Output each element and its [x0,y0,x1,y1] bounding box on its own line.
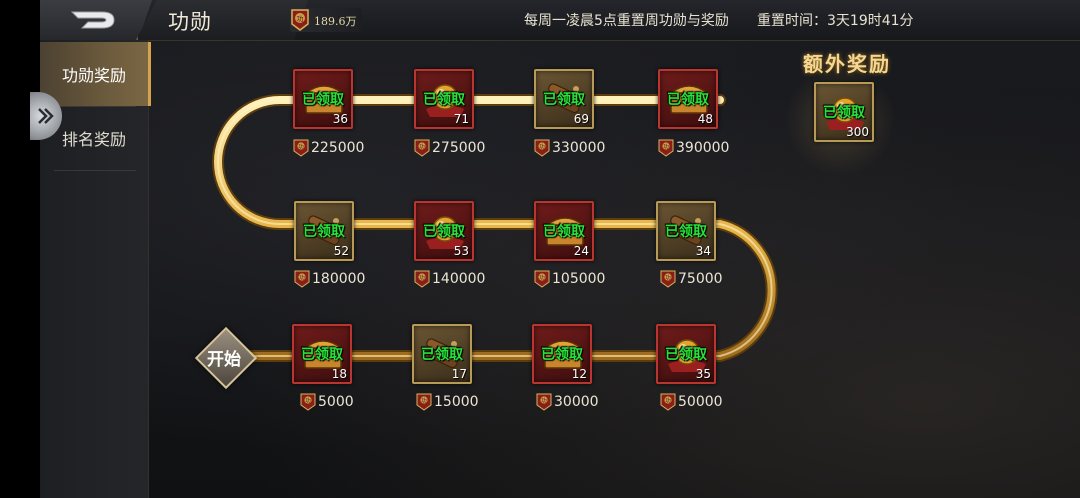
claimed-status: 已领取 [303,224,345,240]
merit-threshold-value: 180000 [312,271,366,287]
reward-card[interactable]: 已领取 34 [656,201,716,261]
merit-badge-icon: 功 [536,393,552,411]
claimed-status: 已领取 [543,224,585,240]
merit-threshold-value: 5000 [318,394,354,410]
svg-text:功: 功 [299,273,305,281]
merit-badge-icon: 功 [294,270,310,288]
merit-threshold-value: 30000 [554,394,599,410]
claimed-status: 已领取 [423,92,465,108]
item-count: 53 [453,244,469,258]
merit-badge-icon: 功 [414,139,430,157]
merit-threshold-value: 75000 [678,271,723,287]
reward-card[interactable]: 已领取 36 [293,69,353,129]
item-count: 71 [453,112,469,126]
item-count: 34 [695,244,711,258]
item-count: 52 [333,244,349,258]
reward-card[interactable]: 已领取 17 [412,324,472,384]
svg-text:功: 功 [665,396,671,404]
svg-text:功: 功 [539,273,545,281]
reward-card[interactable]: 已领取 18 [292,324,352,384]
item-count: 48 [697,112,713,126]
svg-text:功: 功 [665,273,671,281]
claimed-status: 已领取 [543,92,585,108]
svg-text:功: 功 [305,396,311,404]
claimed-status: 已领取 [665,347,707,363]
reward-card[interactable]: 已领取 12 [532,324,592,384]
item-count: 24 [573,244,589,258]
claimed-status: 已领取 [423,224,465,240]
reward-card[interactable]: 已领取 71 [414,69,474,129]
reward-card[interactable]: 已领取 48 [658,69,718,129]
item-count: 35 [695,367,711,381]
claimed-status: 已领取 [421,347,463,363]
merit-threshold-value: 275000 [432,140,486,156]
merit-badge-icon: 功 [660,393,676,411]
merit-badge-icon: 功 [416,393,432,411]
reward-card[interactable]: 已领取 24 [534,201,594,261]
claimed-status: 已领取 [665,224,707,240]
item-count: 36 [332,112,348,126]
svg-text:功: 功 [419,142,425,150]
svg-text:功: 功 [541,396,547,404]
merit-badge-icon: 功 [414,270,430,288]
merit-threshold-value: 50000 [678,394,723,410]
claimed-status: 已领取 [541,347,583,363]
merit-threshold-value: 225000 [311,140,365,156]
merit-badge-icon: 功 [660,270,676,288]
item-count: 69 [573,112,589,126]
svg-text:功: 功 [663,142,669,150]
item-count: 300 [846,125,869,139]
reward-card[interactable]: 已领取 69 [534,69,594,129]
reward-card[interactable]: 已领取 35 [656,324,716,384]
merit-threshold-value: 105000 [552,271,606,287]
svg-text:功: 功 [539,142,545,150]
merit-threshold-value: 140000 [432,271,486,287]
reward-card[interactable]: 已领取 53 [414,201,474,261]
claimed-status: 已领取 [301,347,343,363]
merit-badge-icon: 功 [534,139,550,157]
claimed-status: 已领取 [667,92,709,108]
extra-reward-title: 额外奖励 [803,52,891,76]
merit-badge-icon: 功 [658,139,674,157]
merit-threshold-value: 15000 [434,394,479,410]
claimed-status: 已领取 [823,105,865,121]
claimed-status: 已领取 [302,92,344,108]
start-node: 开始 [194,326,258,390]
extra-reward-card[interactable]: 已领取 300 [814,82,874,142]
merit-badge-icon: 功 [534,270,550,288]
svg-text:功: 功 [298,142,304,150]
svg-text:功: 功 [421,396,427,404]
item-count: 12 [571,367,587,381]
svg-text:功: 功 [419,273,425,281]
merit-badge-icon: 功 [293,139,309,157]
item-count: 17 [451,367,467,381]
merit-threshold-value: 390000 [676,140,730,156]
merit-badge-icon: 功 [300,393,316,411]
start-label: 开始 [207,350,241,370]
reward-card[interactable]: 已领取 52 [294,201,354,261]
merit-threshold-value: 330000 [552,140,606,156]
item-count: 18 [331,367,347,381]
